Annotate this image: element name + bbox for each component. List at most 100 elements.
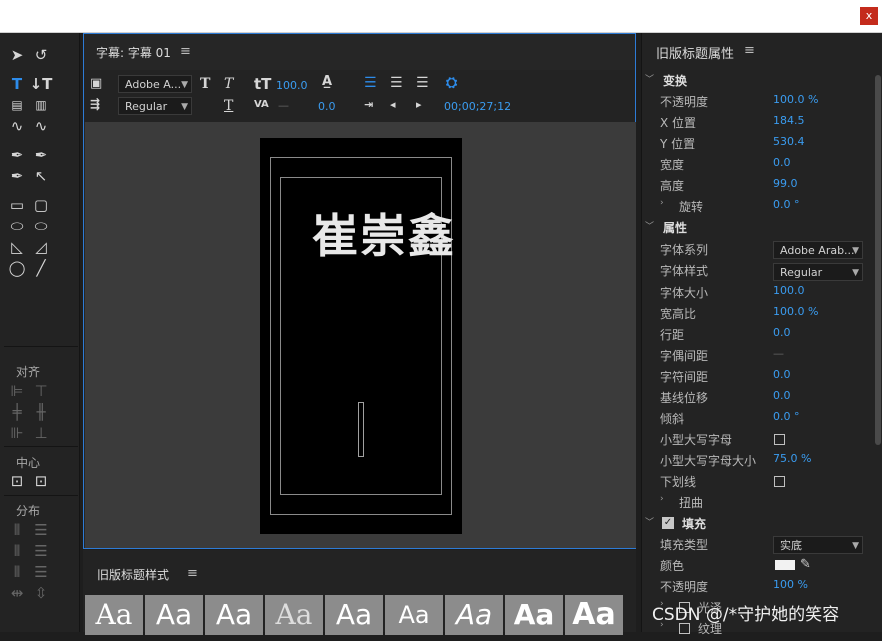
font-style-select[interactable]: Regular ▼ bbox=[773, 263, 863, 281]
fill-checkbox[interactable]: ✓ bbox=[662, 517, 674, 529]
align-hcenter-icon[interactable]: ╪ bbox=[6, 402, 28, 422]
vertical-area-type-tool-icon[interactable]: ▥ bbox=[30, 95, 52, 115]
align-vcenter-icon[interactable]: ╫ bbox=[30, 402, 52, 422]
smallcaps-size-value[interactable]: 75.0 % bbox=[773, 452, 811, 465]
close-button[interactable]: x bbox=[860, 7, 878, 25]
baseline-value[interactable]: 0.0 bbox=[773, 389, 791, 402]
selection-tool-icon[interactable]: ➤ bbox=[6, 45, 28, 65]
style-swatch[interactable]: Aa bbox=[505, 595, 563, 635]
style-swatch[interactable]: Aa bbox=[325, 595, 383, 635]
kerning-icon: VA bbox=[254, 99, 269, 110]
distribute-top-icon[interactable]: ☰ bbox=[30, 520, 52, 540]
font-family-select[interactable]: Adobe Arab... ▼ bbox=[773, 241, 863, 259]
distribute-vspace-icon[interactable]: ⇳ bbox=[30, 583, 52, 603]
vertical-type-tool-icon[interactable]: ↓T bbox=[30, 74, 53, 94]
panel-menu-icon[interactable]: ≡ bbox=[180, 44, 191, 59]
rotation-tool-icon[interactable]: ↺ bbox=[30, 45, 52, 65]
height-value[interactable]: 99.0 bbox=[773, 177, 798, 190]
styles-menu-icon[interactable]: ≡ bbox=[187, 566, 198, 581]
wedge-tool-icon[interactable]: ◺ bbox=[6, 237, 28, 257]
align-bottom-icon[interactable]: ⊥ bbox=[30, 423, 52, 443]
fill-opacity-value[interactable]: 100 % bbox=[773, 578, 808, 591]
distribute-vcenter-icon[interactable]: ☰ bbox=[30, 541, 52, 561]
tracking-prop-value[interactable]: 0.0 bbox=[773, 368, 791, 381]
slant-value[interactable]: 0.0 ° bbox=[773, 410, 800, 423]
distort-row[interactable]: › 扭曲 bbox=[642, 494, 882, 515]
delete-anchor-tool-icon[interactable]: ✒ bbox=[30, 145, 52, 165]
type-tool-icon[interactable]: T bbox=[6, 74, 28, 94]
align-right-icon[interactable]: ⊪ bbox=[6, 423, 28, 443]
line-tool-icon[interactable]: ╱ bbox=[30, 258, 52, 278]
tab-stop-icon[interactable]: ⇥ bbox=[364, 98, 373, 111]
timecode-value[interactable]: 00;00;27;12 bbox=[444, 100, 511, 113]
eyedropper-icon[interactable]: ✎ bbox=[800, 557, 811, 572]
style-swatch[interactable]: Aa bbox=[565, 595, 623, 635]
title-tab[interactable]: 字幕: 字幕 01 bbox=[96, 44, 171, 61]
distribute-hspace-icon[interactable]: ⇹ bbox=[6, 583, 28, 603]
style-swatch[interactable]: Aa bbox=[385, 595, 443, 635]
properties-section[interactable]: ﹀ 属性 bbox=[642, 219, 882, 240]
align-right-text-icon[interactable]: ☰ bbox=[416, 75, 429, 91]
show-video-icon[interactable]: ⛭ bbox=[446, 75, 457, 91]
color-swatch[interactable] bbox=[775, 560, 795, 570]
convert-anchor-tool-icon[interactable]: ↖ bbox=[30, 166, 52, 186]
center-vertical-icon[interactable]: ⊡ bbox=[30, 471, 52, 491]
rotation-row[interactable]: › 旋转 0.0 ° bbox=[642, 198, 882, 219]
leading-value[interactable]: 0.0 bbox=[773, 326, 791, 339]
style-swatch[interactable]: Aa bbox=[445, 595, 503, 635]
center-horizontal-icon[interactable]: ⊡ bbox=[6, 471, 28, 491]
rounded-corner-tool-icon[interactable]: ⬭ bbox=[30, 216, 52, 236]
props-menu-icon[interactable]: ≡ bbox=[744, 43, 755, 58]
font-size-prop-value[interactable]: 100.0 bbox=[773, 284, 805, 297]
distribute-hcenter-icon[interactable]: ⫴ bbox=[6, 541, 28, 561]
align-left-icon[interactable]: ⊫ bbox=[6, 381, 28, 401]
underline-icon[interactable]: T bbox=[224, 98, 233, 114]
kerning-value[interactable]: — bbox=[278, 99, 289, 112]
rounded-rectangle-tool-icon[interactable]: ▢ bbox=[30, 195, 52, 215]
add-anchor-tool-icon[interactable]: ✒ bbox=[6, 166, 28, 186]
rectangle-tool-icon[interactable]: ▭ bbox=[6, 195, 28, 215]
pen-tool-icon[interactable]: ✒ bbox=[6, 145, 28, 165]
smallcaps-checkbox[interactable] bbox=[774, 434, 785, 445]
background-video-icon[interactable]: ▣ bbox=[90, 76, 102, 91]
rotation-value[interactable]: 0.0 ° bbox=[773, 198, 800, 211]
kerning-prop-value[interactable]: — bbox=[773, 347, 784, 360]
distribute-right-icon[interactable]: ⫴ bbox=[6, 562, 28, 582]
tracking-value[interactable]: 0.0 bbox=[318, 100, 336, 113]
style-swatch[interactable]: Aa bbox=[85, 595, 143, 635]
ellipse-tool-icon[interactable]: ◯ bbox=[6, 258, 28, 278]
divider bbox=[4, 495, 78, 496]
font-size-value[interactable]: 100.0 bbox=[276, 79, 308, 92]
underline-checkbox[interactable] bbox=[774, 476, 785, 487]
canvas-title-text[interactable]: 崔崇鑫 bbox=[312, 200, 456, 266]
opacity-value[interactable]: 100.0 % bbox=[773, 93, 818, 106]
path-type-tool-icon[interactable]: ∿ bbox=[6, 116, 28, 136]
clipped-rectangle-tool-icon[interactable]: ⬭ bbox=[6, 216, 28, 236]
area-type-tool-icon[interactable]: ▤ bbox=[6, 95, 28, 115]
arc-tool-icon[interactable]: ◿ bbox=[30, 237, 52, 257]
italic-icon[interactable]: T bbox=[224, 76, 233, 92]
fill-section[interactable]: ﹀ ✓ 填充 bbox=[642, 515, 882, 536]
style-swatch[interactable]: Aa bbox=[265, 595, 323, 635]
xpos-value[interactable]: 184.5 bbox=[773, 114, 805, 127]
center-label: 中心 bbox=[15, 456, 40, 470]
distribute-bottom-icon[interactable]: ☰ bbox=[30, 562, 52, 582]
width-value[interactable]: 0.0 bbox=[773, 156, 791, 169]
tab-stops-icon[interactable]: ⇶ bbox=[90, 97, 100, 111]
font-style-dropdown[interactable]: Regular ▼ bbox=[118, 97, 192, 115]
aspect-value[interactable]: 100.0 % bbox=[773, 305, 818, 318]
font-family-dropdown[interactable]: Adobe A... ▼ bbox=[118, 75, 192, 93]
align-left-text-icon[interactable]: ☰ bbox=[364, 75, 377, 91]
ypos-value[interactable]: 530.4 bbox=[773, 135, 805, 148]
text-cursor-box[interactable] bbox=[358, 402, 364, 457]
vertical-path-type-tool-icon[interactable]: ∿ bbox=[30, 116, 52, 136]
style-swatch[interactable]: Aa bbox=[205, 595, 263, 635]
style-swatch[interactable]: Aa bbox=[145, 595, 203, 635]
transform-section[interactable]: ﹀ 变换 bbox=[642, 72, 882, 93]
distribute-left-icon[interactable]: ⫴ bbox=[6, 520, 28, 540]
bold-icon[interactable]: T bbox=[200, 76, 210, 92]
title-canvas[interactable]: 崔崇鑫 bbox=[85, 122, 636, 548]
fill-type-select[interactable]: 实底 ▼ bbox=[773, 536, 863, 554]
align-top-icon[interactable]: ⊤ bbox=[30, 381, 52, 401]
align-center-text-icon[interactable]: ☰ bbox=[390, 75, 403, 91]
